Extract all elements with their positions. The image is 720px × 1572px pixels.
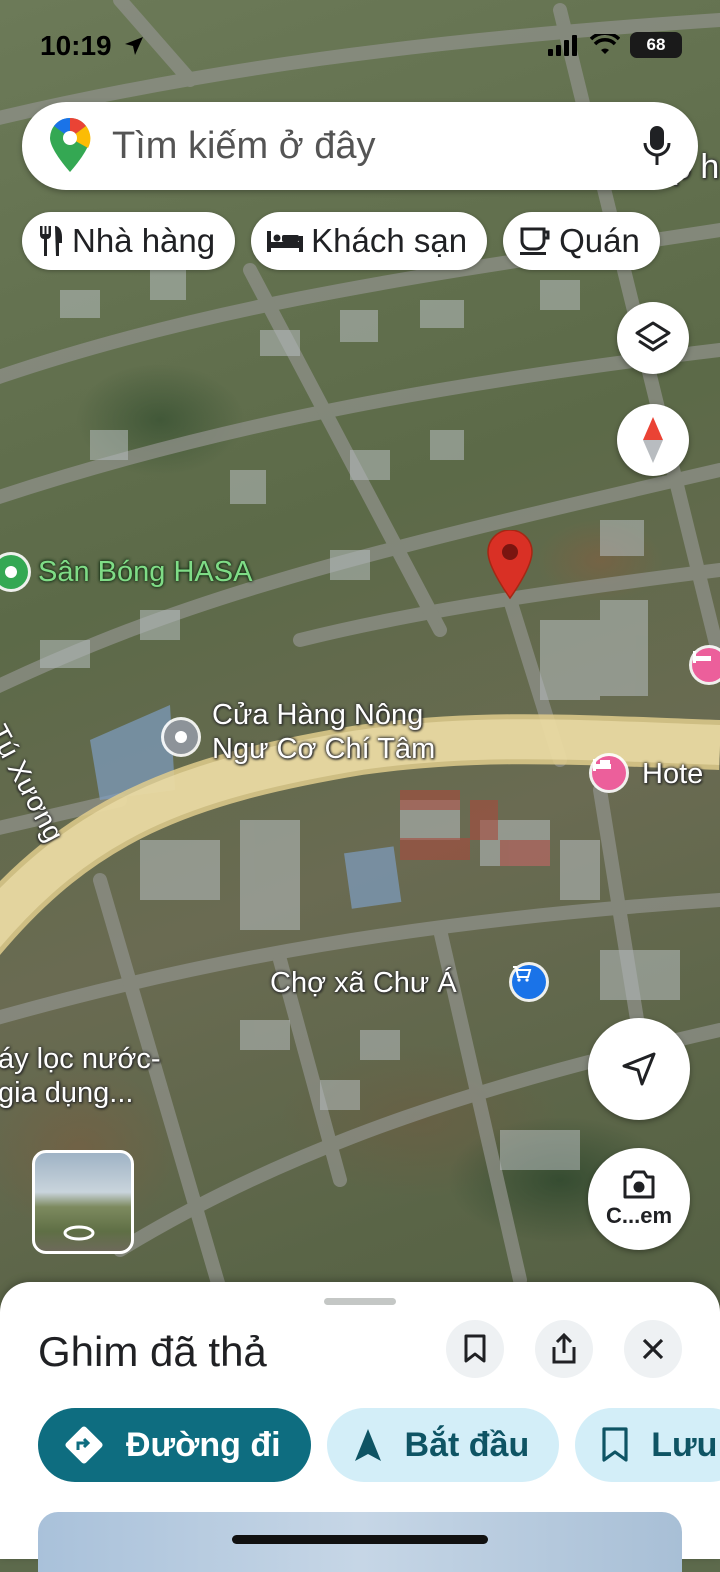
bookmark-icon: [464, 1334, 486, 1363]
compass-button[interactable]: [617, 404, 689, 476]
hotel-poi-icon-2[interactable]: [692, 648, 720, 682]
camera-search-label: C...em: [605, 1203, 673, 1228]
close-icon: [642, 1338, 664, 1360]
camera-search-button[interactable]: C...em: [588, 1148, 690, 1250]
navigation-arrow-icon: [622, 1052, 656, 1086]
start-label: Bắt đầu: [404, 1425, 530, 1464]
status-time: 10:19: [40, 30, 145, 62]
poi-label-san-bong[interactable]: Sân Bóng HASA: [38, 555, 252, 589]
location-arrow-icon: [125, 37, 144, 55]
directions-button[interactable]: Đường đi: [38, 1408, 311, 1482]
action-buttons-row: Đường đi Bắt đầu Lưu: [38, 1408, 720, 1482]
poi-label-may-loc-line1: áy lọc nước-: [0, 1043, 161, 1075]
poi-label-cho[interactable]: Chợ xã Chư Á: [270, 966, 457, 1000]
poi-label-hotel[interactable]: Hote: [642, 757, 703, 791]
street-view-rotate-icon: [63, 1225, 95, 1241]
status-time-text: 10:19: [40, 30, 112, 61]
restaurant-icon: [40, 226, 62, 256]
hotel-poi-icon[interactable]: [592, 756, 626, 790]
battery-icon: 68: [630, 32, 682, 58]
chip-hotels-label: Khách sạn: [311, 222, 468, 259]
navigation-icon: [354, 1429, 381, 1461]
microphone-icon[interactable]: [642, 125, 672, 167]
coffee-icon: [520, 227, 550, 255]
wifi-icon: [590, 34, 620, 54]
directions-label: Đường đi: [126, 1425, 281, 1464]
share-button[interactable]: [535, 1320, 593, 1378]
cellular-signal-icon: [548, 35, 577, 56]
market-poi-icon[interactable]: [512, 965, 546, 999]
status-bar: 10:19 68: [0, 0, 720, 90]
camera-icon: [623, 1170, 655, 1199]
bookmark-button[interactable]: [446, 1320, 504, 1378]
close-button[interactable]: [624, 1320, 682, 1378]
poi-label-may-loc-line2: gia dụng...: [0, 1077, 134, 1109]
chip-coffee-label: Quán: [559, 222, 640, 259]
chip-restaurants-label: Nhà hàng: [72, 222, 216, 259]
save-button[interactable]: Lưu: [575, 1408, 720, 1482]
save-bookmark-icon: [602, 1427, 628, 1462]
hotel-icon: [267, 231, 304, 252]
save-label: Lưu: [651, 1425, 718, 1464]
search-bar[interactable]: Tìm kiếm ở đây: [22, 102, 698, 190]
category-chips: Nhà hàng Khách sạn Quán: [22, 212, 660, 270]
poi-label-may-loc[interactable]: áy lọc nước- gia dụng...: [0, 1042, 161, 1110]
dropped-pin-icon[interactable]: [486, 530, 534, 600]
sheet-drag-handle[interactable]: [324, 1298, 396, 1305]
battery-level: 68: [646, 35, 666, 54]
start-navigation-button[interactable]: Bắt đầu: [326, 1408, 560, 1482]
chip-restaurants[interactable]: Nhà hàng: [22, 212, 236, 270]
chip-hotels[interactable]: Khách sạn: [251, 212, 488, 270]
poi-label-cua-hang-line1: Cửa Hàng Nông: [212, 699, 424, 731]
poi-label-cua-hang[interactable]: Cửa Hàng Nông Ngư Cơ Chí Tâm: [212, 698, 435, 766]
google-maps-logo-icon: [50, 118, 91, 172]
layers-button[interactable]: [617, 302, 689, 374]
share-icon: [552, 1333, 576, 1364]
directions-icon: [65, 1426, 103, 1464]
status-icons: 68: [548, 32, 682, 58]
store-poi-icon[interactable]: [164, 720, 198, 754]
layers-icon: [635, 321, 671, 352]
chip-coffee[interactable]: Quán: [503, 212, 660, 270]
poi-label-cua-hang-line2: Ngư Cơ Chí Tâm: [212, 733, 436, 765]
street-view-thumbnail[interactable]: [32, 1150, 134, 1254]
place-bottom-sheet[interactable]: Ghim đã thả Đường đi Bắt đầu Lưu: [0, 1282, 720, 1572]
search-input[interactable]: Tìm kiếm ở đây: [112, 125, 642, 168]
place-title: Ghim đã thả: [38, 1328, 267, 1375]
my-location-button[interactable]: [588, 1018, 690, 1120]
home-indicator[interactable]: [232, 1535, 488, 1544]
compass-icon: [643, 417, 663, 463]
